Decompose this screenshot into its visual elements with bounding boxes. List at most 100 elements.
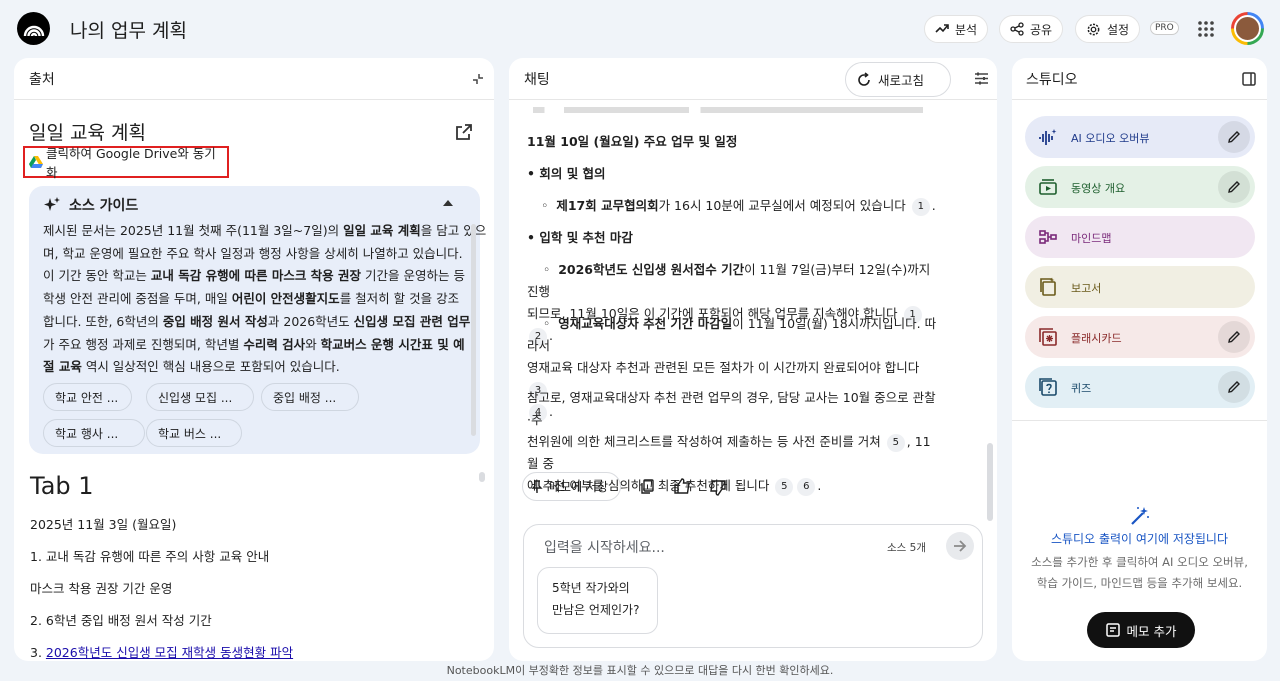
citation-badge[interactable]: 1 xyxy=(911,197,930,216)
item-text: 가 16시 10분에 교무실에서 예정되어 있습니다 xyxy=(658,198,906,213)
topic-chip[interactable]: 학교 안전 ... xyxy=(43,383,132,411)
source-guide: 소스 가이드 제시된 문서는 2025년 11월 첫째 주(11월 3일~7일)… xyxy=(29,186,486,454)
studio-item-video-overview[interactable]: 동영상 개요 xyxy=(1025,166,1255,208)
open-external-icon[interactable] xyxy=(454,122,474,142)
chat-input[interactable]: 입력을 시작하세요... xyxy=(544,537,665,557)
guide-line: 학생 안전 관리에 중점을 두며, 매일 어린이 안전생활지도를 철저히 할 것… xyxy=(43,288,460,311)
studio-title: 스튜디오 xyxy=(1026,71,1078,88)
source-guide-header[interactable]: 소스 가이드 xyxy=(43,195,138,215)
guide-bold-text: 일일 교육 계획 xyxy=(343,223,421,238)
guide-line: 절 교육 역시 일상적인 핵심 내용으로 포함되어 있습니다. xyxy=(43,356,457,379)
doc-line: 2025년 11월 3일 (월요일) xyxy=(30,517,177,532)
guide-scrollbar[interactable] xyxy=(471,224,476,436)
guide-text: 이 기간 동안 학교는 xyxy=(43,268,151,284)
edit-button[interactable] xyxy=(1218,171,1250,203)
doc-line: 마스크 착용 권장 기간 운영 xyxy=(30,581,173,596)
guide-text: 를 철저히 할 것을 강조 xyxy=(339,291,460,307)
audio-overview-icon xyxy=(1039,129,1057,145)
citation-badge[interactable]: 6 xyxy=(797,477,816,496)
guide-text: 합니다. 또한, 6학년의 xyxy=(43,313,163,329)
guide-bold-text: 수리력 검사 xyxy=(243,336,306,352)
notebooklm-logo-icon[interactable] xyxy=(17,12,50,45)
refresh-icon xyxy=(858,71,870,86)
refresh-button[interactable]: 새로고침 xyxy=(845,62,951,97)
refresh-label: 새로고침 xyxy=(878,73,925,88)
disclaimer-footer: NotebookLM이 부정확한 정보를 표시할 수 있으므로 대답을 다시 한… xyxy=(446,664,834,677)
thumbs-up-icon[interactable] xyxy=(674,478,691,495)
notebook-title[interactable]: 나의 업무 계획 xyxy=(70,16,187,43)
apps-grid-icon[interactable] xyxy=(1196,19,1216,39)
chat-scrollbar[interactable] xyxy=(987,443,993,521)
share-button[interactable]: 공유 xyxy=(999,15,1064,43)
doc-scrollbar[interactable] xyxy=(479,472,485,482)
collapse-icon[interactable] xyxy=(471,72,485,86)
studio-empty-title: 스튜디오 출력이 여기에 저장됩니다 xyxy=(1050,532,1229,546)
chat-panel: 채팅 새로고침 11월 10일 (월요일) 주요 업무 및 일정 • 회의 및 … xyxy=(509,58,997,661)
topic-chip[interactable]: 중입 배정 ... xyxy=(261,383,359,411)
note-icon xyxy=(1105,623,1120,637)
guide-text: 가 주요 행정 과제로 진행되며, 학년별 xyxy=(43,336,244,352)
chat-section: • 회의 및 협의 xyxy=(527,166,606,181)
guide-line: 며, 학교 운영에 필요한 주요 학사 일정과 행정 사항을 상세히 나열하고 … xyxy=(43,243,463,266)
chat-input-box[interactable]: 입력을 시작하세요... 소스 5개 5학년 작가와의 만남은 언제인가? xyxy=(523,524,983,648)
chevron-up-icon[interactable] xyxy=(442,199,454,207)
edit-button[interactable] xyxy=(1218,121,1250,153)
divider xyxy=(1012,420,1267,421)
doc-link[interactable]: 2026학년도 신입생 모집 재학생 동생현황 파악 xyxy=(46,645,293,660)
chat-header: 채팅 새로고침 xyxy=(509,58,997,100)
tune-icon[interactable] xyxy=(974,71,989,86)
studio-item-report[interactable]: 보고서 xyxy=(1025,266,1255,308)
guide-line: 가 주요 행정 과제로 진행되며, 학년별 수리력 검사와 학교버스 운행 시간… xyxy=(43,334,465,357)
save-to-note-button[interactable]: 메모에 저장 xyxy=(522,472,621,501)
studio-panel: 스튜디오 AI 오디오 오버뷰동영상 개요마인드맵보고서플래시카드퀴즈 스튜디오… xyxy=(1012,58,1267,661)
doc-line: 2. 6학년 중입 배정 원서 작성 기간 xyxy=(30,613,212,628)
save-to-note-label: 메모에 저장 xyxy=(549,480,609,494)
citation-badge[interactable]: 5 xyxy=(886,433,905,452)
report-icon xyxy=(1040,277,1056,296)
source-count: 소스 5개 xyxy=(887,542,926,554)
analytics-button[interactable]: 분석 xyxy=(924,15,989,43)
send-button[interactable] xyxy=(946,532,974,560)
share-icon xyxy=(1010,22,1024,36)
guide-text: 과 2026학년도 xyxy=(267,313,354,329)
pencil-icon xyxy=(1228,181,1240,193)
guide-bold-text: 학교버스 운행 시간표 및 예 xyxy=(320,336,465,352)
doc-line-link: 3. 2026학년도 신입생 모집 재학생 동생현황 파악 xyxy=(30,642,293,661)
avatar[interactable] xyxy=(1231,12,1264,45)
studio-item-label: 플래시카드 xyxy=(1071,332,1122,345)
guide-bold-text: 교내 독감 유행에 따른 마스크 착용 권장 xyxy=(150,268,362,284)
add-note-button[interactable]: 메모 추가 xyxy=(1087,612,1195,648)
guide-text: 학생 안전 관리에 중점을 두며, 매일 xyxy=(43,291,232,307)
studio-item-quiz[interactable]: 퀴즈 xyxy=(1025,366,1255,408)
edit-button[interactable] xyxy=(1218,371,1250,403)
doc-heading: Tab 1 xyxy=(30,472,94,500)
para-line: 천위원에 의한 체크리스트를 작성하여 제출하는 등 사전 준비를 거쳐 xyxy=(527,434,881,449)
topic-chip[interactable]: 학교 버스 ... xyxy=(146,419,242,447)
studio-header: 스튜디오 xyxy=(1012,58,1267,100)
edit-button[interactable] xyxy=(1218,321,1250,353)
guide-text: 을 담고 있으 xyxy=(420,223,487,238)
guide-bold-text: 절 교육 xyxy=(43,359,82,375)
item-bold: 2026학년도 신입생 원서접수 기간 xyxy=(558,262,745,277)
pencil-icon xyxy=(1228,131,1240,143)
google-drive-icon xyxy=(29,156,43,168)
topic-chip[interactable]: 학교 행사 ... xyxy=(43,419,145,447)
quiz-icon xyxy=(1039,378,1057,396)
guide-line: 제시된 문서는 2025년 11월 첫째 주(11월 3일~7일)의 일일 교육… xyxy=(43,220,486,243)
thumbs-down-icon[interactable] xyxy=(709,479,726,496)
studio-item-mind-map[interactable]: 마인드맵 xyxy=(1025,216,1255,258)
studio-item-flashcards[interactable]: 플래시카드 xyxy=(1025,316,1255,358)
topic-chip[interactable]: 신입생 모집 ... xyxy=(146,383,254,411)
top-bar: 나의 업무 계획 분석 공유 설정 PRO xyxy=(0,0,1280,56)
add-note-label: 메모 추가 xyxy=(1126,623,1177,639)
sidebar-toggle-icon[interactable] xyxy=(1242,72,1256,86)
sync-drive-link[interactable]: 클릭하여 Google Drive와 동기화 xyxy=(23,146,229,180)
studio-item-audio-overview[interactable]: AI 오디오 오버뷰 xyxy=(1025,116,1255,158)
citation-badge[interactable]: 5 xyxy=(775,477,794,496)
settings-button[interactable]: 설정 xyxy=(1075,15,1141,43)
gear-icon xyxy=(1087,23,1100,35)
settings-label: 설정 xyxy=(1107,22,1130,37)
guide-line: 이 기간 동안 학교는 교내 독감 유행에 따른 마스크 착용 권장 기간을 운… xyxy=(43,265,465,288)
suggestion-chip[interactable]: 5학년 작가와의 만남은 언제인가? xyxy=(537,567,658,634)
copy-icon[interactable] xyxy=(640,479,655,495)
